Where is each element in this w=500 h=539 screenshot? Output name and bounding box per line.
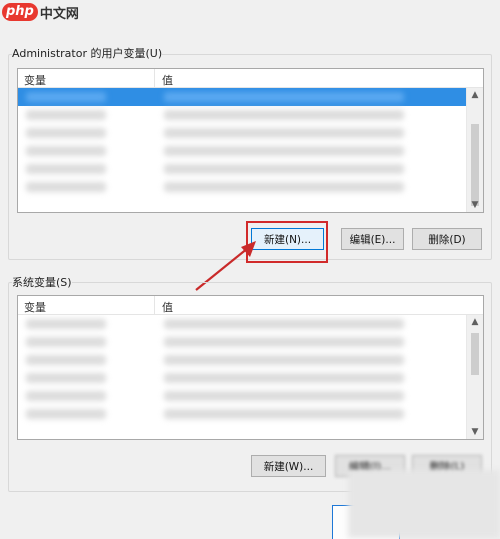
variable-cell	[26, 164, 106, 174]
user-variables-rows	[18, 88, 466, 212]
column-header-variable[interactable]: 变量	[24, 299, 46, 315]
table-row[interactable]	[18, 315, 466, 333]
triangle-up-icon[interactable]: ▲	[467, 88, 483, 102]
variable-cell	[26, 373, 106, 383]
logo-text: 中文网	[39, 6, 79, 22]
table-row[interactable]	[18, 333, 466, 351]
variable-cell	[26, 355, 106, 365]
watermark-blur	[348, 470, 500, 538]
variable-cell	[26, 128, 106, 138]
variable-cell	[26, 92, 106, 102]
user-variables-list[interactable]: 变量 值 ▲ ▼	[17, 68, 484, 213]
user-edit-button[interactable]: 编辑(E)...	[341, 228, 404, 250]
vertical-scrollbar[interactable]: ▲ ▼	[466, 315, 483, 439]
table-row[interactable]	[18, 351, 466, 369]
value-cell	[164, 128, 404, 138]
logo-mark: php	[2, 3, 38, 21]
table-row[interactable]	[18, 369, 466, 387]
value-cell	[164, 164, 404, 174]
triangle-down-icon[interactable]: ▼	[467, 425, 483, 439]
scrollbar-thumb[interactable]	[471, 333, 479, 375]
column-header-value[interactable]: 值	[162, 72, 173, 88]
table-row[interactable]	[18, 160, 466, 178]
variable-cell	[26, 182, 106, 192]
value-cell	[164, 373, 404, 383]
variable-cell	[26, 319, 106, 329]
value-cell	[164, 337, 404, 347]
column-header-variable[interactable]: 变量	[24, 72, 46, 88]
variable-cell	[26, 146, 106, 156]
site-logo: php 中文网	[2, 1, 79, 23]
vertical-scrollbar[interactable]: ▲ ▼	[466, 88, 483, 212]
system-variables-title: 系统变量(S)	[12, 274, 72, 290]
column-divider[interactable]	[154, 296, 155, 314]
value-cell	[164, 92, 404, 102]
table-row[interactable]	[18, 124, 466, 142]
system-new-button[interactable]: 新建(W)...	[251, 455, 326, 477]
triangle-up-icon[interactable]: ▲	[467, 315, 483, 329]
user-variables-title: Administrator 的用户变量(U)	[12, 45, 163, 61]
value-cell	[164, 391, 404, 401]
value-cell	[164, 182, 404, 192]
variable-cell	[26, 110, 106, 120]
table-row[interactable]	[18, 88, 466, 106]
value-cell	[164, 355, 404, 365]
value-cell	[164, 146, 404, 156]
column-divider[interactable]	[154, 69, 155, 87]
list-header: 变量 值	[18, 296, 483, 315]
user-delete-button[interactable]: 删除(D)	[412, 228, 482, 250]
list-header: 变量 值	[18, 69, 483, 88]
table-row[interactable]	[18, 142, 466, 160]
system-variables-rows	[18, 315, 466, 439]
table-row[interactable]	[18, 387, 466, 405]
scrollbar-thumb[interactable]	[471, 124, 479, 206]
table-row[interactable]	[18, 106, 466, 124]
value-cell	[164, 319, 404, 329]
column-header-value[interactable]: 值	[162, 299, 173, 315]
variable-cell	[26, 337, 106, 347]
value-cell	[164, 409, 404, 419]
triangle-down-icon[interactable]: ▼	[467, 198, 483, 212]
system-variables-list[interactable]: 变量 值 ▲ ▼	[17, 295, 484, 440]
variable-cell	[26, 409, 106, 419]
table-row[interactable]	[18, 178, 466, 196]
variable-cell	[26, 391, 106, 401]
value-cell	[164, 110, 404, 120]
table-row[interactable]	[18, 405, 466, 423]
